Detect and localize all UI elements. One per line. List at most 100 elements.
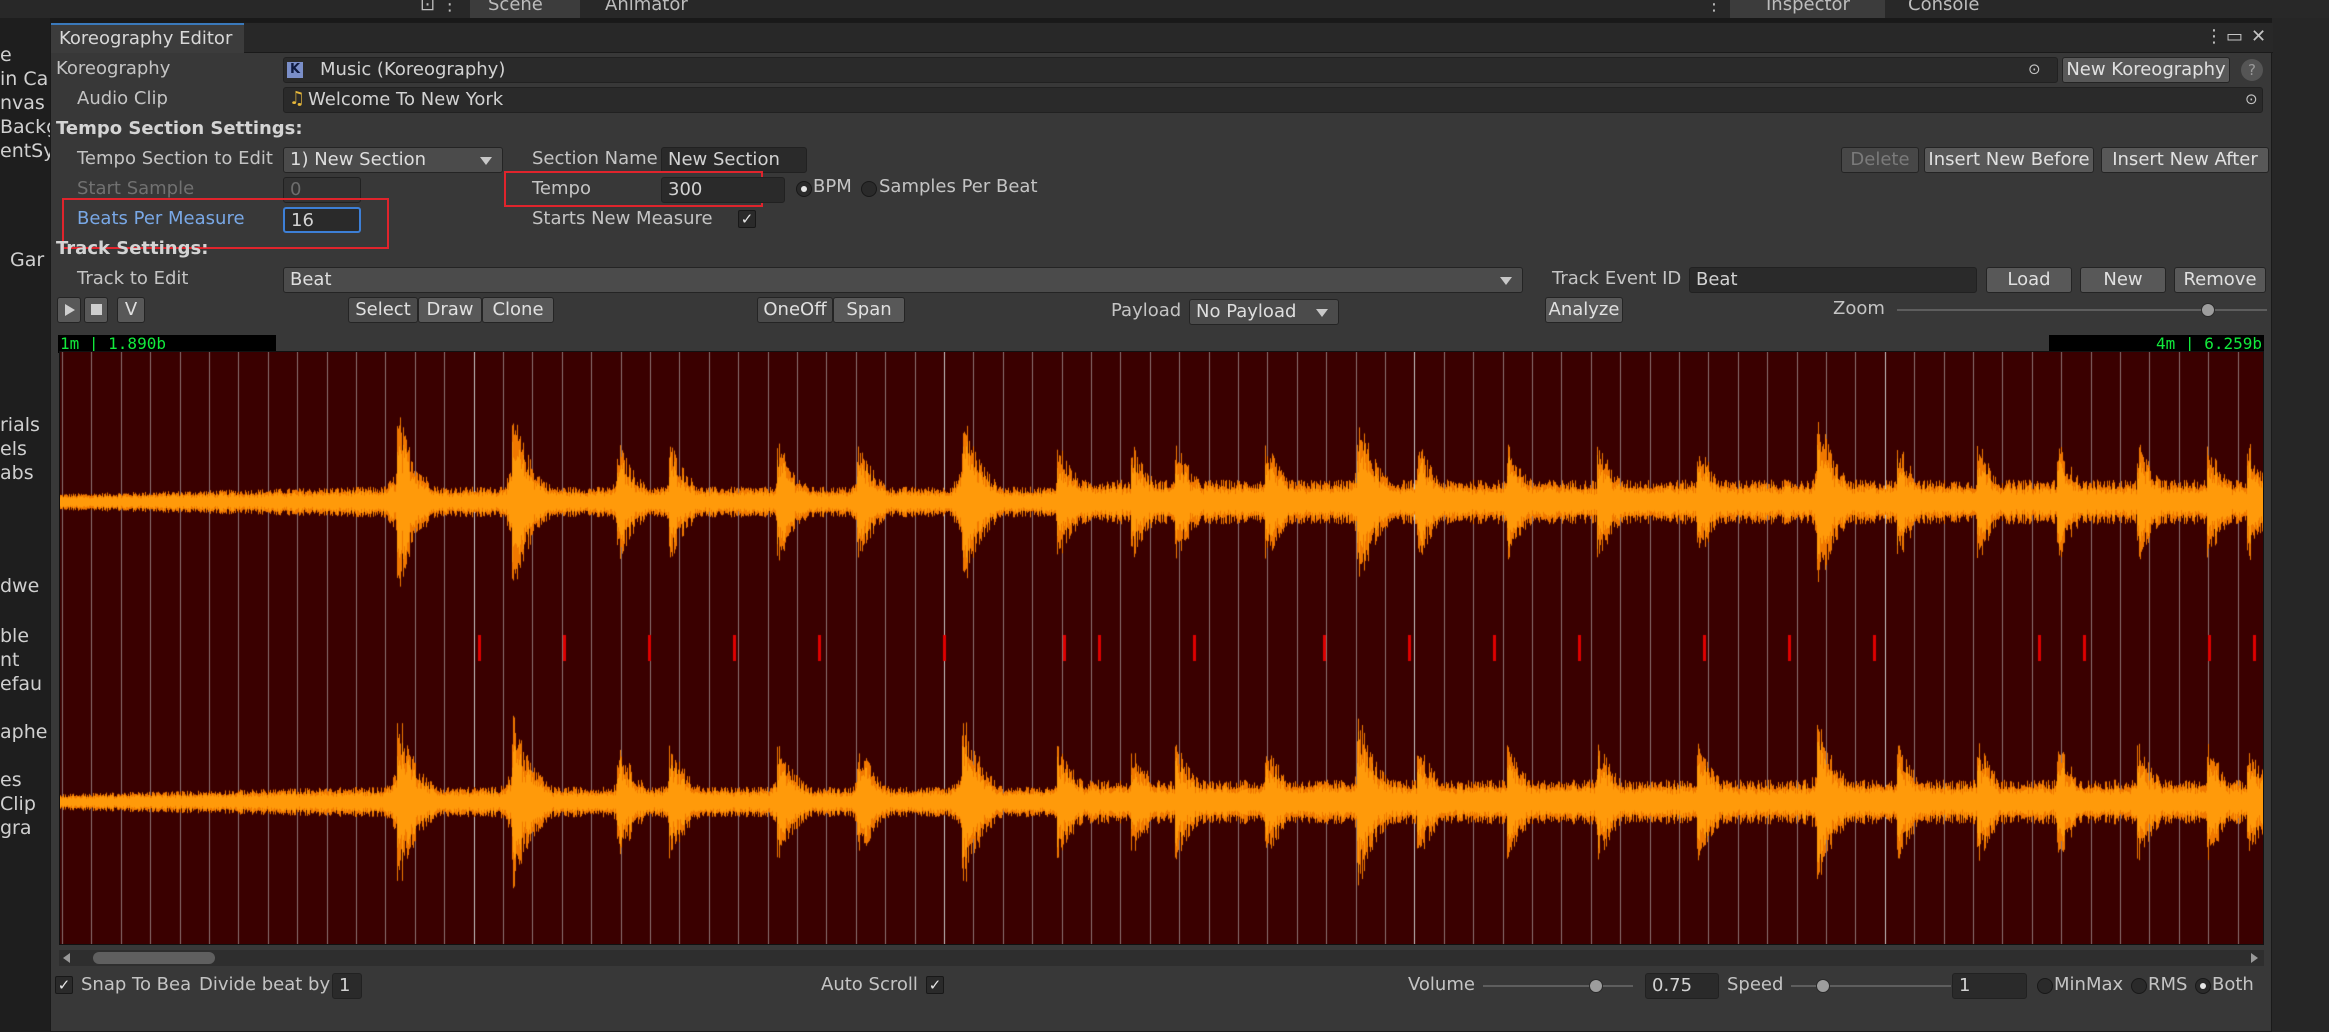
tempo-value: 300: [668, 179, 703, 200]
start-sample-value: 0: [290, 179, 302, 200]
hierarchy-item[interactable]: e: [0, 43, 12, 67]
tempo-section-dropdown[interactable]: 1) New Section: [283, 147, 503, 173]
audio-clip-picker-icon[interactable]: ⊙: [2245, 87, 2258, 111]
project-item[interactable]: rials: [0, 413, 40, 437]
volume-slider-handle[interactable]: [1588, 979, 1603, 993]
tempo-section-dropdown-value: 1) New Section: [290, 149, 427, 170]
pane-options-icon[interactable]: ⊡ ⋮: [420, 0, 459, 14]
audio-clip-value: Welcome To New York: [308, 89, 504, 110]
object-picker-icon[interactable]: ⊙: [2028, 57, 2041, 81]
zoom-label: Zoom: [1833, 298, 1885, 319]
scrollbar-thumb[interactable]: [93, 952, 215, 964]
koreography-value: Music (Koreography): [320, 59, 506, 80]
help-icon[interactable]: ?: [2241, 59, 2263, 81]
hierarchy-item[interactable]: nvas: [0, 91, 45, 115]
speed-value: 1: [1959, 975, 1971, 996]
project-item[interactable]: aphe: [0, 720, 47, 744]
waveform-canvas[interactable]: [60, 352, 2263, 944]
rms-radio[interactable]: [2131, 978, 2147, 994]
chevron-down-icon: [1316, 309, 1328, 317]
snap-to-beat-checkbox[interactable]: ✓: [55, 976, 73, 994]
zoom-slider-handle[interactable]: [2200, 303, 2215, 317]
project-item[interactable]: els: [0, 437, 27, 461]
project-item[interactable]: es: [0, 768, 22, 792]
volume-slider-track[interactable]: [1483, 985, 1633, 987]
window-menu-icon[interactable]: ⋮: [2205, 25, 2223, 49]
bpm-radio[interactable]: [796, 181, 812, 197]
koreography-field[interactable]: Music (Koreography): [283, 57, 2058, 83]
starts-new-measure-label: Starts New Measure: [532, 208, 713, 229]
select-mode-button[interactable]: Select: [348, 297, 418, 323]
minmax-radio[interactable]: [2037, 978, 2053, 994]
section-name-field[interactable]: New Section: [661, 147, 807, 173]
koreography-asset-icon: K: [287, 62, 303, 78]
project-item[interactable]: gra: [0, 816, 32, 840]
volume-label: Volume: [1408, 974, 1475, 995]
tab-animator[interactable]: Animator: [600, 0, 720, 18]
inspector-panel-edge: [2272, 18, 2329, 1032]
window-title: Koreography Editor: [59, 28, 233, 49]
project-item[interactable]: nt: [0, 648, 20, 672]
clone-mode-button[interactable]: Clone: [482, 297, 554, 323]
speed-field[interactable]: 1: [1952, 973, 2027, 999]
new-koreography-button[interactable]: New Koreography: [2062, 57, 2230, 83]
divide-beat-field[interactable]: 1: [332, 973, 362, 999]
tab-scene[interactable]: Scene: [470, 0, 580, 18]
payload-label: Payload: [1111, 300, 1182, 321]
scroll-right-icon[interactable]: [2251, 953, 2258, 963]
both-radio[interactable]: [2195, 978, 2211, 994]
section-name-value: New Section: [668, 149, 780, 170]
new-track-button[interactable]: New: [2080, 267, 2166, 293]
tempo-section-header: Tempo Section Settings:: [56, 118, 303, 139]
track-event-id-value: Beat: [1696, 269, 1738, 290]
game-tab[interactable]: Gar: [10, 248, 44, 272]
analyze-button[interactable]: Analyze: [1545, 297, 1623, 323]
hierarchy-item[interactable]: entSy: [0, 139, 55, 163]
divide-beat-label: Divide beat by: [199, 974, 331, 995]
section-name-label: Section Name: [532, 148, 658, 169]
hierarchy-item[interactable]: in Ca: [0, 67, 48, 91]
waveform-view[interactable]: [59, 351, 2264, 945]
project-item[interactable]: ble: [0, 624, 29, 648]
window-tab[interactable]: Koreography Editor: [51, 23, 244, 53]
oneoff-button[interactable]: OneOff: [757, 297, 833, 323]
beats-per-measure-value: 16: [291, 210, 314, 231]
delete-section-button[interactable]: Delete: [1841, 147, 1919, 173]
auto-scroll-checkbox[interactable]: ✓: [926, 976, 944, 994]
close-icon[interactable]: ✕: [2251, 25, 2266, 49]
payload-dropdown[interactable]: No Payload: [1189, 299, 1339, 325]
v-button[interactable]: V: [117, 297, 145, 323]
load-track-button[interactable]: Load: [1986, 267, 2072, 293]
stop-button[interactable]: [84, 297, 108, 323]
samples-per-beat-radio[interactable]: [861, 181, 877, 197]
play-icon: [65, 304, 75, 316]
tab-inspector[interactable]: Inspector: [1730, 0, 1885, 18]
speed-slider-handle[interactable]: [1816, 979, 1830, 993]
volume-field[interactable]: 0.75: [1645, 973, 1719, 999]
project-item[interactable]: dwe: [0, 574, 39, 598]
maximize-icon[interactable]: ▭: [2226, 25, 2243, 49]
starts-new-measure-checkbox[interactable]: ✓: [738, 210, 756, 228]
insert-new-before-button[interactable]: Insert New Before: [1924, 147, 2094, 173]
project-item[interactable]: abs: [0, 461, 34, 485]
horizontal-scrollbar[interactable]: [59, 950, 2264, 966]
beats-per-measure-field[interactable]: 16: [283, 207, 361, 233]
draw-mode-button[interactable]: Draw: [418, 297, 482, 323]
tempo-field[interactable]: 300: [661, 177, 785, 203]
speed-slider-track[interactable]: [1791, 985, 1951, 987]
snap-to-beat-label: Snap To Bea: [81, 974, 192, 995]
project-item[interactable]: Clip: [0, 792, 36, 816]
remove-track-button[interactable]: Remove: [2174, 267, 2266, 293]
scroll-left-icon[interactable]: [63, 953, 70, 963]
play-button[interactable]: [57, 297, 81, 323]
track-dropdown[interactable]: Beat: [283, 267, 1523, 293]
insert-new-after-button[interactable]: Insert New After: [2101, 147, 2269, 173]
audio-clip-field[interactable]: Welcome To New York: [283, 87, 2263, 113]
more-options-icon[interactable]: ⋮: [1705, 0, 1723, 14]
span-button[interactable]: Span: [833, 297, 905, 323]
both-label: Both: [2212, 974, 2254, 995]
tempo-section-to-edit-label: Tempo Section to Edit: [77, 148, 273, 169]
track-event-id-field[interactable]: Beat: [1689, 267, 1977, 293]
tab-console[interactable]: Console: [1888, 0, 2008, 18]
project-item[interactable]: efau: [0, 672, 42, 696]
